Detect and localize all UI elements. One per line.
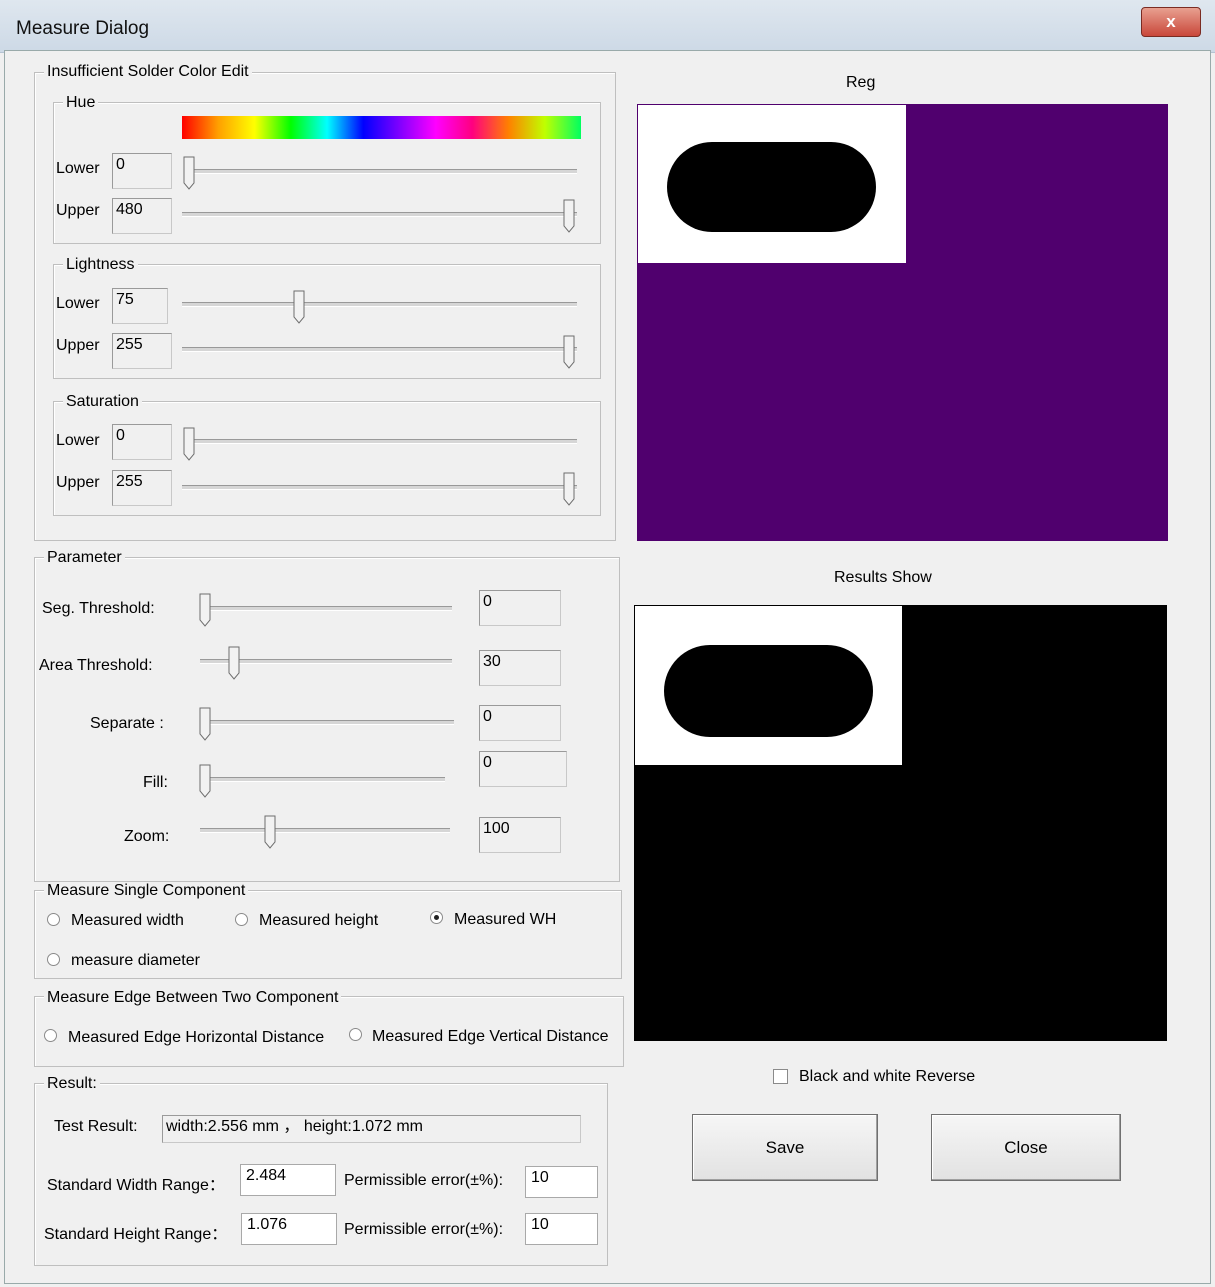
- reg-image: [637, 104, 1168, 541]
- reg-title: Reg: [846, 74, 876, 91]
- hue-lower-track: [184, 169, 577, 174]
- hue-upper-thumb[interactable]: [563, 199, 577, 233]
- separate-thumb[interactable]: [199, 707, 213, 741]
- height-error-label: Permissible error(±%):: [344, 1221, 504, 1238]
- edge-vertical-label[interactable]: Measured Edge Vertical Distance: [372, 1028, 620, 1046]
- saturation-lower-field[interactable]: 0: [112, 424, 172, 460]
- width-error-field[interactable]: 10: [525, 1166, 598, 1198]
- saturation-lower-thumb[interactable]: [183, 427, 197, 461]
- saturation-legend: Saturation: [63, 393, 142, 411]
- saturation-lower-track: [184, 439, 577, 444]
- saturation-upper-track: [182, 485, 577, 490]
- test-result-field: width:2.556 mm ， height:1.072 mm: [162, 1115, 581, 1143]
- hue-legend: Hue: [63, 94, 99, 112]
- lightness-upper-label: Upper: [56, 337, 100, 354]
- area-threshold-field[interactable]: 30: [479, 650, 561, 686]
- measure-diameter-radio[interactable]: [47, 953, 60, 966]
- standard-height-label: Standard Height Range：: [44, 1226, 228, 1243]
- seg-threshold-track: [200, 606, 452, 611]
- parameter-legend: Parameter: [44, 549, 125, 567]
- hue-lower-label: Lower: [56, 160, 100, 177]
- fill-label: Fill:: [143, 774, 168, 791]
- lightness-lower-thumb[interactable]: [293, 290, 307, 324]
- hue-spectrum-bar: [182, 116, 581, 139]
- edge-vertical-radio[interactable]: [349, 1028, 362, 1041]
- measured-height-label[interactable]: Measured height: [259, 912, 378, 930]
- measure-edge-legend: Measure Edge Between Two Component: [44, 989, 342, 1007]
- edge-horizontal-radio[interactable]: [44, 1029, 57, 1042]
- reg-solder-blob: [667, 142, 876, 232]
- close-icon: x: [1166, 12, 1176, 31]
- height-error-field[interactable]: 10: [525, 1213, 598, 1245]
- measured-width-label[interactable]: Measured width: [71, 912, 184, 930]
- measured-wh-label[interactable]: Measured WH: [454, 911, 556, 929]
- results-show-image: [634, 605, 1167, 1041]
- window-title: Measure Dialog: [16, 18, 150, 39]
- lightness-lower-track: [182, 302, 577, 307]
- lightness-upper-track: [182, 347, 577, 352]
- hue-upper-label: Upper: [56, 202, 100, 219]
- standard-width-field[interactable]: 2.484: [240, 1164, 336, 1196]
- color-edit-legend: Insufficient Solder Color Edit: [44, 63, 252, 81]
- result-legend: Result:: [44, 1075, 100, 1093]
- saturation-upper-field[interactable]: 255: [112, 470, 172, 506]
- saturation-upper-label: Upper: [56, 474, 100, 491]
- zoom-thumb[interactable]: [264, 815, 278, 849]
- measured-wh-radio[interactable]: [430, 911, 443, 924]
- window-close-button[interactable]: x: [1141, 7, 1201, 37]
- lightness-lower-field[interactable]: 75: [112, 288, 168, 324]
- hue-upper-field[interactable]: 480: [112, 198, 172, 234]
- separate-label: Separate :: [90, 715, 164, 732]
- results-solder-blob: [664, 645, 873, 737]
- zoom-field[interactable]: 100: [479, 817, 561, 853]
- width-error-label: Permissible error(±%):: [344, 1172, 504, 1189]
- measure-diameter-label[interactable]: measure diameter: [71, 952, 200, 970]
- area-threshold-thumb[interactable]: [228, 646, 242, 680]
- reverse-checkbox[interactable]: [773, 1069, 788, 1084]
- lightness-upper-thumb[interactable]: [563, 335, 577, 369]
- separate-track: [200, 720, 454, 725]
- save-button[interactable]: Save: [692, 1114, 878, 1181]
- test-result-label: Test Result:: [54, 1118, 138, 1135]
- standard-height-field[interactable]: 1.076: [241, 1213, 337, 1245]
- hue-upper-track: [182, 212, 577, 217]
- hue-lower-field[interactable]: 0: [112, 153, 172, 189]
- results-show-title: Results Show: [834, 569, 932, 586]
- hue-lower-thumb[interactable]: [183, 156, 197, 190]
- edge-horizontal-label[interactable]: Measured Edge Horizontal Distance: [68, 1029, 324, 1047]
- area-threshold-label: Area Threshold:: [39, 657, 153, 674]
- lightness-lower-label: Lower: [56, 295, 100, 312]
- seg-threshold-label: Seg. Threshold:: [42, 600, 155, 617]
- fill-field[interactable]: 0: [479, 751, 567, 787]
- standard-width-label: Standard Width Range：: [47, 1177, 225, 1194]
- separate-field[interactable]: 0: [479, 705, 561, 741]
- zoom-label: Zoom:: [124, 828, 170, 845]
- measure-single-legend: Measure Single Component: [44, 882, 249, 900]
- seg-threshold-thumb[interactable]: [199, 593, 213, 627]
- fill-thumb[interactable]: [199, 764, 213, 798]
- seg-threshold-field[interactable]: 0: [479, 590, 561, 626]
- title-bar: [0, 0, 1215, 53]
- measured-width-radio[interactable]: [47, 913, 60, 926]
- saturation-upper-thumb[interactable]: [563, 472, 577, 506]
- lightness-legend: Lightness: [63, 256, 138, 274]
- measured-height-radio[interactable]: [235, 913, 248, 926]
- lightness-upper-field[interactable]: 255: [112, 333, 172, 369]
- saturation-lower-label: Lower: [56, 432, 100, 449]
- fill-track: [200, 777, 445, 782]
- zoom-track: [200, 828, 450, 833]
- close-button[interactable]: Close: [931, 1114, 1121, 1181]
- reverse-label[interactable]: Black and white Reverse: [799, 1068, 975, 1086]
